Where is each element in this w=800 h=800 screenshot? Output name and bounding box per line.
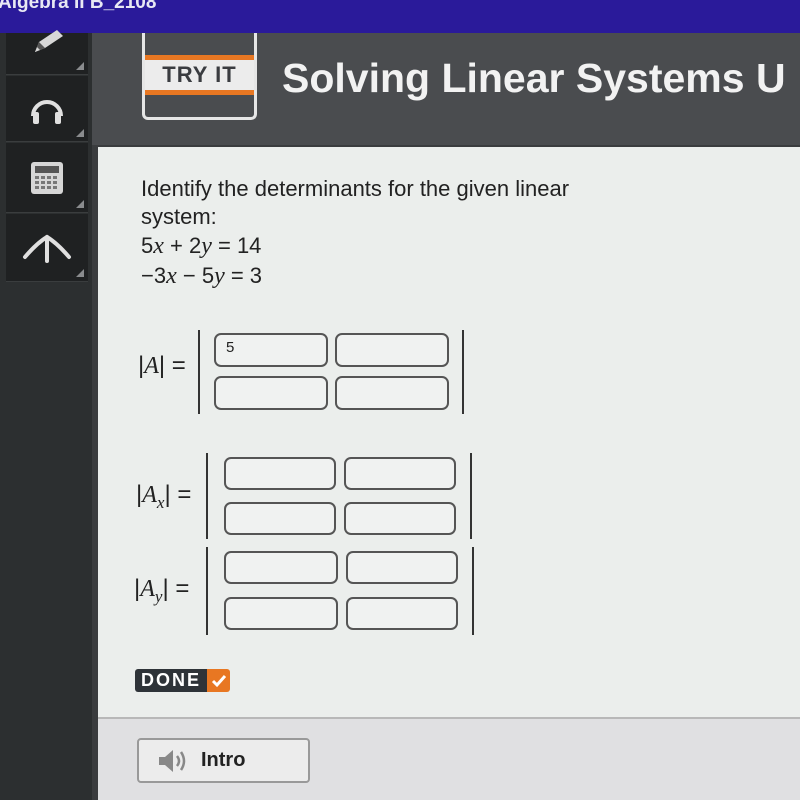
det-a-cell-r1c2[interactable]: [335, 333, 449, 367]
prompt-line-2: system:: [141, 204, 217, 229]
det-ay-right-bar: [472, 547, 474, 635]
checkmark-icon: [207, 669, 231, 692]
det-ax-label: |Ax| =: [136, 481, 192, 512]
window-title: Algebra II B_2108: [0, 0, 157, 13]
try-it-label: TRY IT: [162, 62, 237, 87]
expand-corner: [76, 62, 84, 70]
det-a-label: |A| =: [138, 352, 186, 379]
question-panel: Identify the determinants for the given …: [98, 147, 800, 717]
det-a-cell-r1c1[interactable]: 5: [214, 333, 328, 367]
det-ay-cell-r2c1[interactable]: [224, 597, 338, 630]
expand-corner: [76, 200, 84, 208]
sidebar-item-calculator[interactable]: [6, 143, 88, 213]
sidebar: [0, 30, 92, 800]
equation-2: −3x − 5y = 3: [141, 263, 263, 289]
speaker-icon: [159, 749, 186, 772]
page-title: Solving Linear Systems U: [282, 55, 786, 101]
expand-corner: [76, 269, 84, 277]
calculator-icon: [31, 161, 63, 194]
det-ay-left-bar: [206, 547, 208, 635]
sidebar-item-formula[interactable]: [6, 214, 88, 282]
try-it-badge: TRY IT: [142, 33, 257, 120]
det-ax-left-bar: [206, 453, 208, 539]
headphones-icon: [31, 99, 63, 124]
window-titlebar: Algebra II B_2108: [0, 0, 800, 33]
lesson-header: TRY IT Solving Linear Systems U: [92, 33, 800, 145]
det-a-cell-r2c1[interactable]: [214, 376, 328, 410]
equation-1: 5x + 2y = 14: [141, 233, 262, 259]
done-button[interactable]: DONE: [135, 669, 231, 692]
question-text: Identify the determinants for the given …: [141, 175, 569, 291]
expand-corner: [76, 129, 84, 137]
caret-up-icon: [23, 234, 71, 263]
det-ax-right-bar: [470, 453, 472, 539]
pencil-icon: [35, 30, 63, 52]
det-ax-cell-r1c2[interactable]: [344, 457, 456, 490]
sidebar-item-pencil[interactable]: [6, 30, 88, 75]
intro-label: Intro: [201, 749, 246, 771]
prompt-line-1: Identify the determinants for the given …: [141, 176, 570, 201]
det-a-left-bar: [198, 330, 200, 414]
det-ax-cell-r1c1[interactable]: [224, 457, 336, 490]
det-ay-cell-r1c1[interactable]: [224, 551, 338, 584]
det-ay-cell-r1c2[interactable]: [346, 551, 458, 584]
det-ay-label: |Ay| =: [134, 575, 190, 606]
done-label: DONE: [135, 669, 208, 692]
det-ax-cell-r2c2[interactable]: [344, 502, 456, 535]
intro-audio-button[interactable]: Intro: [137, 738, 310, 783]
det-ax-cell-r2c1[interactable]: [224, 502, 336, 535]
det-a-cell-r2c2[interactable]: [335, 376, 449, 410]
det-ay-cell-r2c2[interactable]: [346, 597, 458, 630]
sidebar-item-audio[interactable]: [6, 76, 88, 142]
det-a-right-bar: [462, 330, 464, 414]
